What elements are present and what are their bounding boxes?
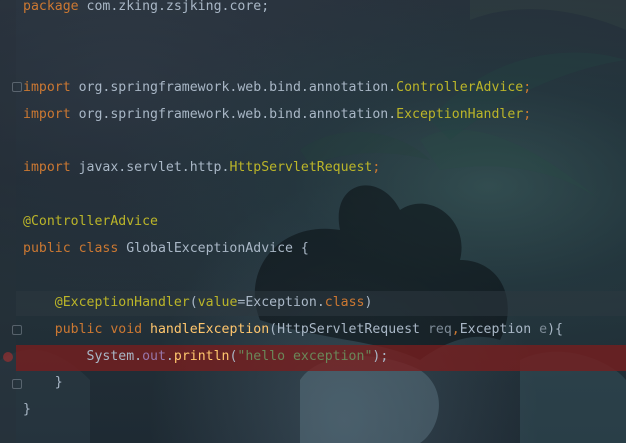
code-token: }: [23, 375, 63, 391]
code-line[interactable]: [23, 263, 563, 290]
code-token: com.zking.zsjking.core;: [86, 0, 270, 14]
breakpoint-icon[interactable]: [3, 352, 13, 362]
code-line[interactable]: System.out.println("hello exception");: [23, 344, 563, 371]
code-line[interactable]: @ExceptionHandler(value=Exception.class): [23, 290, 563, 317]
code-line[interactable]: [23, 21, 563, 48]
code-token: (HttpServletRequest: [269, 321, 428, 337]
code-token: .: [165, 348, 174, 364]
code-token: import: [23, 106, 79, 122]
code-token: );: [372, 348, 389, 364]
code-line[interactable]: package com.zking.zsjking.core;: [23, 0, 563, 21]
code-token: out: [142, 348, 166, 364]
code-token: ExceptionHandler: [396, 106, 524, 122]
code-editor[interactable]: package com.zking.zsjking.core; import o…: [23, 0, 563, 424]
code-line[interactable]: }: [23, 397, 563, 424]
code-token: org.springframework.web.bind.annotation.: [78, 79, 397, 95]
code-token: org.springframework.web.bind.annotation.: [78, 106, 397, 122]
code-token: public void: [23, 321, 151, 337]
code-token: println: [173, 348, 230, 364]
code-token: .: [316, 294, 325, 310]
code-token: ;: [523, 106, 532, 122]
code-line[interactable]: import org.springframework.web.bind.anno…: [23, 102, 563, 129]
code-token: ,: [451, 321, 460, 337]
code-line[interactable]: [23, 48, 563, 75]
code-line[interactable]: public void handleException(HttpServletR…: [23, 317, 563, 344]
code-token: class: [324, 294, 365, 310]
code-token: @ExceptionHandler: [23, 294, 190, 310]
code-line[interactable]: [23, 128, 563, 155]
code-token: @ControllerAdvice: [23, 214, 158, 230]
code-token: System.: [23, 348, 143, 364]
fold-marker-icon[interactable]: [12, 82, 22, 92]
code-line[interactable]: import javax.servlet.http.HttpServletReq…: [23, 155, 563, 182]
code-token: package: [23, 0, 87, 14]
code-token: GlobalExceptionAdvice {: [126, 241, 309, 257]
code-token: import: [23, 160, 79, 176]
code-token: "hello exception": [237, 348, 373, 364]
code-token: import: [23, 79, 79, 95]
code-token: value: [197, 294, 238, 310]
code-token: ;: [523, 79, 532, 95]
code-token: Exception: [459, 321, 540, 337]
code-token: javax.servlet.http.: [78, 160, 230, 176]
code-line[interactable]: import org.springframework.web.bind.anno…: [23, 75, 563, 102]
code-token: ControllerAdvice: [396, 79, 524, 95]
code-token: handleException: [150, 321, 270, 337]
code-token: }: [23, 402, 31, 418]
code-token: ;: [372, 160, 381, 176]
code-line[interactable]: @ControllerAdvice: [23, 209, 563, 236]
code-token: (: [189, 294, 198, 310]
fold-marker-icon[interactable]: [12, 325, 22, 335]
editor-gutter[interactable]: [0, 0, 16, 443]
code-token: ){: [547, 321, 563, 337]
code-token: ): [364, 294, 373, 310]
code-line[interactable]: }: [23, 370, 563, 397]
code-token: e: [539, 321, 548, 337]
code-token: public class: [23, 241, 127, 257]
code-token: Exception: [245, 294, 317, 310]
code-line[interactable]: public class GlobalExceptionAdvice {: [23, 236, 563, 263]
fold-marker-icon[interactable]: [12, 379, 22, 389]
code-line[interactable]: [23, 182, 563, 209]
code-token: HttpServletRequest: [229, 160, 373, 176]
code-token: req: [427, 321, 452, 337]
